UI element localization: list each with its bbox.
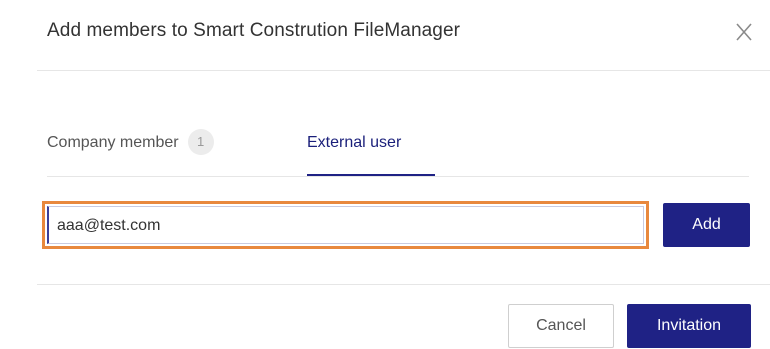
member-tabs: Company member 1 External user [47,120,749,177]
tab-external-user-label: External user [307,134,402,151]
footer-divider [37,284,770,285]
tab-company-member[interactable]: Company member 1 [47,120,214,175]
header-divider [37,70,770,71]
email-input[interactable] [57,207,637,245]
close-button[interactable] [732,20,756,44]
add-members-dialog: Add members to Smart Constrution FileMan… [0,0,770,349]
close-icon [736,23,752,41]
add-button[interactable]: Add [663,203,750,247]
active-tab-indicator [307,174,435,176]
email-input-border [47,206,644,245]
email-input-container [42,201,649,249]
tab-external-user[interactable]: External user [307,120,435,176]
tab-company-member-label: Company member [47,134,179,151]
dialog-title: Add members to Smart Constrution FileMan… [47,20,461,41]
cancel-button[interactable]: Cancel [508,304,614,348]
invitation-button[interactable]: Invitation [627,304,751,348]
company-member-count-badge: 1 [187,129,214,155]
